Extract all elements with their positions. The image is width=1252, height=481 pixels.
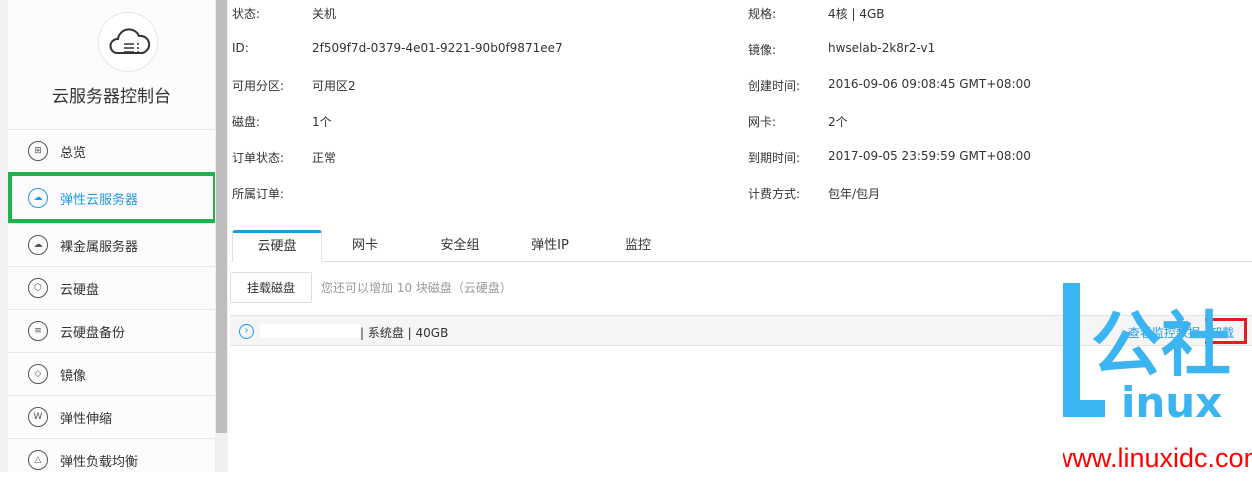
sidebar-item-label: 弹性云服务器 (60, 192, 139, 208)
tab-security-group[interactable]: 安全组 (425, 230, 495, 262)
sidebar-scrollbar[interactable] (215, 0, 228, 472)
highlight-mark (1205, 318, 1247, 344)
sidebar-nav: ⊞ 总览 ☁ 弹性云服务器 ☁ 裸金属服务器 ⬡ 云硬盘 ≡ 云硬盘备份 ◇ 镜像 W 弹性伸… (8, 129, 217, 481)
cloud-console-logo-icon (98, 12, 158, 72)
info-value: 4核 | 4GB (828, 7, 885, 21)
watermark-logo: 公社 inux www.linuxidc.com (1052, 281, 1252, 473)
info-label: 到期时间: (748, 151, 801, 165)
info-label: ID: (232, 41, 249, 55)
sidebar-item-label: 弹性负载均衡 (60, 454, 139, 470)
disk-row: › | 系统盘 | 40GB 查看监控数据 卸载 (230, 315, 1252, 346)
sidebar-item-label: 云硬盘 (60, 282, 100, 298)
sidebar-item-label: 云硬盘备份 (60, 325, 126, 341)
info-value: 2f509f7d-0379-4e01-9221-90b0f9871ee7 (312, 41, 563, 55)
view-monitor-link[interactable]: 查看监控数据 (1128, 324, 1200, 341)
scrollbar-thumb[interactable] (216, 0, 227, 433)
sidebar-item-bms[interactable]: ☁ 裸金属服务器 (8, 223, 215, 266)
info-label: 计费方式: (748, 187, 801, 201)
cloud-icon: ☁ (28, 188, 48, 208)
server-cloud-icon: ☁ (28, 235, 48, 255)
sidebar-item-ecs[interactable]: ☁ 弹性云服务器 (8, 172, 217, 223)
sidebar-item-label: 裸金属服务器 (60, 239, 139, 255)
sidebar-item-overview[interactable]: ⊞ 总览 (8, 129, 215, 172)
sidebar-item-label: 弹性伸缩 (60, 411, 113, 427)
info-value: 包年/包月 (828, 187, 881, 201)
scaling-icon: W (28, 407, 48, 427)
svg-text:www.linuxidc.com: www.linuxidc.com (1063, 443, 1252, 472)
sidebar-item-backup[interactable]: ≡ 云硬盘备份 (8, 309, 215, 352)
disk-info: | 系统盘 | 40GB (360, 326, 449, 340)
layers-icon: ◇ (28, 364, 48, 384)
info-value: 正常 (312, 151, 337, 165)
detail-tabs: 云硬盘 网卡 安全组 弹性IP 监控 (230, 230, 1252, 262)
cube-icon: ⬡ (28, 278, 48, 298)
sidebar-item-evs[interactable]: ⬡ 云硬盘 (8, 266, 215, 309)
info-value: 2个 (828, 115, 848, 129)
console-title: 云服务器控制台 (52, 87, 171, 107)
sidebar-item-label: 总览 (60, 145, 87, 161)
tab-evs[interactable]: 云硬盘 (232, 230, 322, 262)
info-label: 网卡: (748, 115, 777, 129)
info-label: 镜像: (748, 43, 777, 57)
grid-icon: ⊞ (28, 141, 48, 161)
info-label: 规格: (748, 7, 777, 21)
info-label: 可用分区: (232, 79, 285, 93)
sidebar-item-elb[interactable]: △ 弹性负载均衡 (8, 438, 215, 481)
info-label: 所属订单: (232, 187, 285, 201)
info-value: hwselab-2k8r2-v1 (828, 41, 936, 55)
chevron-right-icon[interactable]: › (239, 324, 254, 339)
disk-quota-hint: 您还可以增加 10 块磁盘（云硬盘） (321, 281, 512, 295)
info-label: 创建时间: (748, 79, 801, 93)
info-value: 2016-09-06 09:08:45 GMT+08:00 (828, 77, 1031, 91)
info-label: 订单状态: (232, 151, 285, 165)
sidebar-item-image[interactable]: ◇ 镜像 (8, 352, 215, 395)
svg-text:inux: inux (1121, 378, 1222, 427)
info-value: 关机 (312, 7, 337, 21)
info-value: 2017-09-05 23:59:59 GMT+08:00 (828, 149, 1031, 163)
info-value: 可用区2 (312, 79, 356, 93)
backup-icon: ≡ (28, 321, 48, 341)
sidebar: 云服务器控制台 ⊞ 总览 ☁ 弹性云服务器 ☁ 裸金属服务器 ⬡ 云硬盘 ≡ 云硬盘备份 … (0, 0, 217, 472)
attach-disk-button[interactable]: 挂载磁盘 (230, 272, 312, 303)
tab-nic[interactable]: 网卡 (335, 230, 395, 262)
tab-monitor[interactable]: 监控 (608, 230, 668, 262)
info-label: 状态: (232, 7, 261, 21)
sidebar-item-label: 镜像 (60, 368, 87, 384)
info-label: 磁盘: (232, 115, 261, 129)
balance-icon: △ (28, 450, 48, 470)
sidebar-item-scaling[interactable]: W 弹性伸缩 (8, 395, 215, 438)
disk-name-redacted (260, 324, 360, 338)
info-value: 1个 (312, 115, 332, 129)
tab-eip[interactable]: 弹性IP (515, 230, 585, 262)
